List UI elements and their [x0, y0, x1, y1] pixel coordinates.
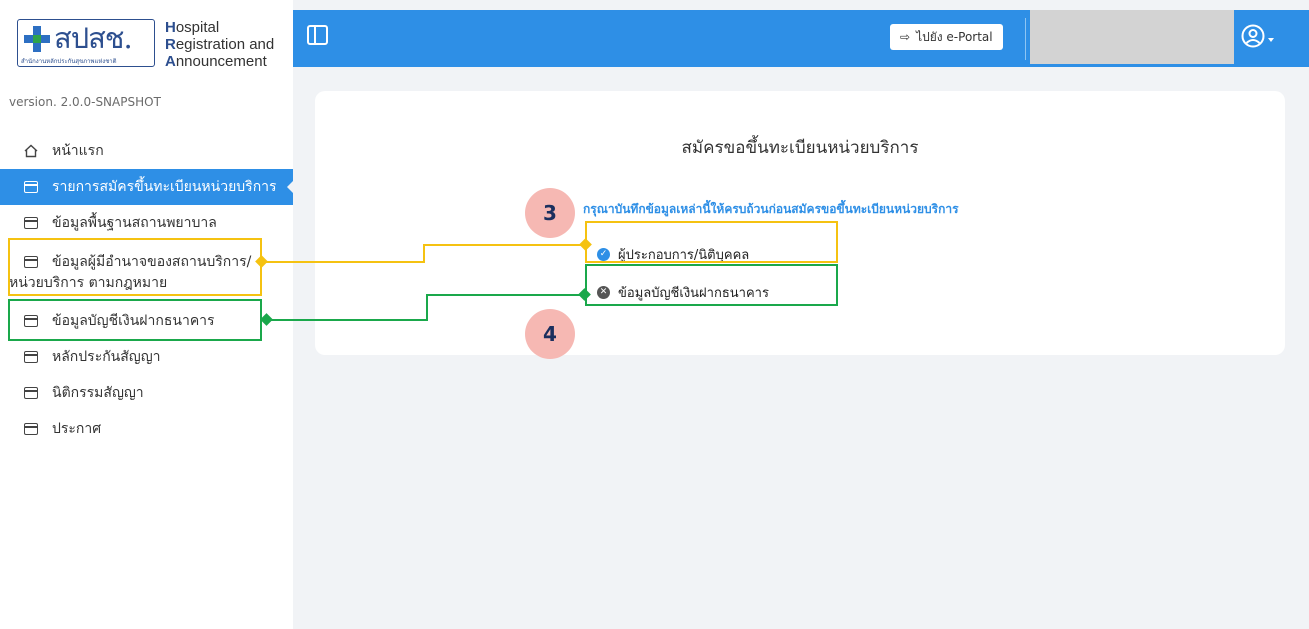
sign-in-icon: ⇨: [900, 30, 911, 44]
logo-thai-subtext: สำนักงานหลักประกันสุขภาพแห่งชาติ: [21, 58, 117, 65]
annotation-box-bank: [585, 264, 838, 306]
instruction-text: กรุณาบันทึกข้อมูลเหล่านี้ให้ครบถ้วนก่อนส…: [583, 202, 959, 216]
home-icon: [24, 144, 38, 158]
user-info-placeholder: [1030, 10, 1234, 64]
nhso-logo: สปสช. สำนักงานหลักประกันสุขภาพแห่งชาติ: [17, 19, 155, 67]
annotation-badge-3: 3: [525, 188, 575, 238]
e-portal-label: ไปยัง e-Portal: [916, 29, 993, 44]
active-caret: [287, 181, 293, 193]
sidebar-item-label: รายการสมัครขึ้นทะเบียนหน่วยบริการ: [52, 179, 277, 195]
e-portal-button[interactable]: ⇨ ไปยัง e-Portal: [890, 24, 1003, 50]
sidebar-toggle-icon[interactable]: [307, 25, 328, 45]
app-logo[interactable]: สปสช. สำนักงานหลักประกันสุขภาพแห่งชาติ H…: [17, 19, 274, 70]
sidebar-item-announcement[interactable]: ประกาศ: [0, 411, 293, 447]
logo-english-text: Hospital Registration and Announcement: [165, 19, 275, 70]
sidebar-item-label: ประกาศ: [52, 421, 102, 437]
sidebar-item-contract-guarantee[interactable]: หลักประกันสัญญา: [0, 339, 293, 375]
window-icon: [24, 423, 38, 435]
sidebar-item-label: นิติกรรมสัญญา: [52, 385, 144, 401]
user-menu-caret-icon[interactable]: [1268, 38, 1274, 42]
header-divider: [1025, 18, 1026, 60]
annotation-box-sidebar-bank: [8, 299, 262, 341]
annotation-box-sidebar-authorized: [8, 238, 262, 296]
version-label: version. 2.0.0-SNAPSHOT: [9, 95, 161, 109]
window-icon: [24, 387, 38, 399]
sidebar-item-label: ข้อมูลพื้นฐานสถานพยาบาล: [52, 215, 217, 231]
user-avatar-icon[interactable]: [1241, 24, 1265, 48]
sidebar-item-label: หลักประกันสัญญา: [52, 349, 161, 365]
annotation-box-operator: [585, 221, 838, 263]
sidebar-item-label: หน้าแรก: [52, 143, 104, 159]
top-bar: ⇨ ไปยัง e-Portal: [293, 10, 1309, 67]
sidebar-item-facility-info[interactable]: ข้อมูลพื้นฐานสถานพยาบาล: [0, 205, 293, 241]
sidebar-item-legal-contract[interactable]: นิติกรรมสัญญา: [0, 375, 293, 411]
window-icon: [24, 351, 38, 363]
annotation-badge-4: 4: [525, 309, 575, 359]
window-icon: [24, 181, 38, 193]
sidebar-item-home[interactable]: หน้าแรก: [0, 133, 293, 169]
logo-thai-text: สปสช.: [54, 21, 133, 55]
window-icon: [24, 217, 38, 229]
sidebar-item-registration-list[interactable]: รายการสมัครขึ้นทะเบียนหน่วยบริการ: [0, 169, 293, 205]
page-title: สมัครขอขึ้นทะเบียนหน่วยบริการ: [681, 138, 919, 158]
medical-cross-icon: [24, 26, 50, 52]
